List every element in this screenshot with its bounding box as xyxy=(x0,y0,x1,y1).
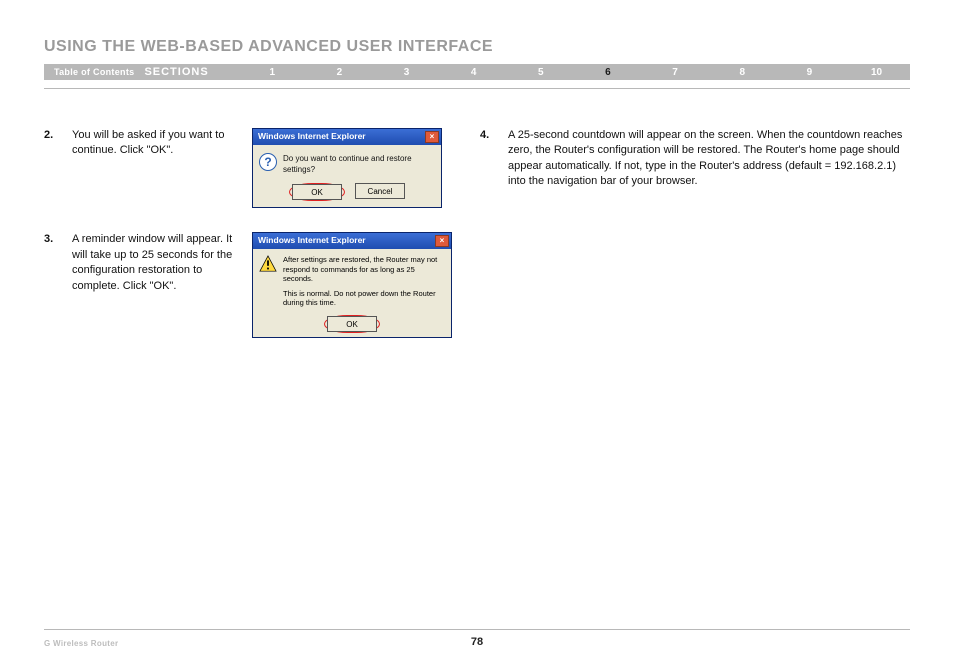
step-number: 3. xyxy=(44,232,72,338)
section-8[interactable]: 8 xyxy=(709,67,776,78)
dialog-titlebar: Windows Internet Explorer × xyxy=(253,129,441,145)
highlight-ring: OK xyxy=(324,315,380,333)
page-body: 2. You will be asked if you want to cont… xyxy=(44,128,910,362)
section-5[interactable]: 5 xyxy=(507,67,574,78)
highlight-ring: OK xyxy=(289,183,345,201)
dialog-message-line2: This is normal. Do not power down the Ro… xyxy=(283,289,445,308)
toc-link[interactable]: Table of Contents xyxy=(44,67,144,77)
section-6[interactable]: 6 xyxy=(574,67,641,78)
dialog-restore-warning: Windows Internet Explorer × xyxy=(252,232,452,338)
dialog-titlebar: Windows Internet Explorer × xyxy=(253,233,451,249)
page-heading: USING THE WEB-BASED ADVANCED USER INTERF… xyxy=(44,38,493,56)
section-9[interactable]: 9 xyxy=(776,67,843,78)
section-3[interactable]: 3 xyxy=(373,67,440,78)
sections-label: SECTIONS xyxy=(144,66,238,78)
question-icon: ? xyxy=(259,153,277,171)
divider-bottom xyxy=(44,629,910,630)
divider-top xyxy=(44,88,910,89)
step-2: 2. You will be asked if you want to cont… xyxy=(44,128,464,208)
ok-button[interactable]: OK xyxy=(327,316,377,332)
step-text: A reminder window will appear. It will t… xyxy=(72,232,252,338)
dialog-title: Windows Internet Explorer xyxy=(258,131,366,143)
dialog-continue-restore: Windows Internet Explorer × ? Do you wan… xyxy=(252,128,442,208)
step-3: 3. A reminder window will appear. It wil… xyxy=(44,232,464,338)
cancel-button[interactable]: Cancel xyxy=(355,183,405,199)
close-icon[interactable]: × xyxy=(425,131,439,143)
dialog-message: Do you want to continue and restore sett… xyxy=(283,153,435,175)
dialog-message-line1: After settings are restored, the Router … xyxy=(283,255,445,283)
section-10[interactable]: 10 xyxy=(843,67,910,78)
warning-icon xyxy=(259,255,277,273)
ok-button[interactable]: OK xyxy=(292,184,342,200)
section-7[interactable]: 7 xyxy=(642,67,709,78)
step-4: 4. A 25-second countdown will appear on … xyxy=(480,128,910,190)
section-1[interactable]: 1 xyxy=(239,67,306,78)
page-number: 78 xyxy=(0,636,954,648)
close-icon[interactable]: × xyxy=(435,235,449,247)
step-number: 4. xyxy=(480,128,508,190)
dialog-title: Windows Internet Explorer xyxy=(258,235,366,247)
section-4[interactable]: 4 xyxy=(440,67,507,78)
step-text: You will be asked if you want to continu… xyxy=(72,128,252,208)
section-navbar: Table of Contents SECTIONS 1 2 3 4 5 6 7… xyxy=(44,64,910,80)
section-2[interactable]: 2 xyxy=(306,67,373,78)
step-text: A 25-second countdown will appear on the… xyxy=(508,128,910,190)
step-number: 2. xyxy=(44,128,72,208)
